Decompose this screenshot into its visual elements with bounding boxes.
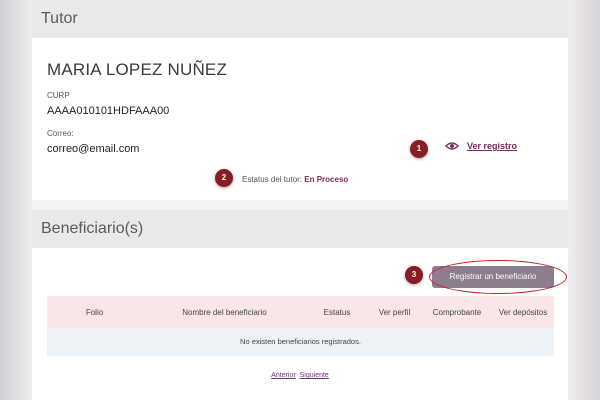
pagination-previous-link[interactable]: Anterior [271,372,296,379]
table-header: Folio Nombre del beneficiario Estatus Ve… [47,296,554,328]
email-label: Correo: [47,129,74,138]
beneficiarios-section-title: Beneficiario(s) [41,220,144,237]
pagination-next-link[interactable]: Siguiente [300,372,329,379]
pagination: Anterior Siguiente [32,372,568,379]
background-right [568,0,600,400]
annotation-badge-1: 1 [410,140,428,158]
column-ver-perfil: Ver perfil [378,307,411,317]
tutor-status-value: En Proceso [304,175,349,184]
annotation-badge-3: 3 [405,266,423,284]
beneficiarios-card: 3 Registrar un beneficiario Folio Nombre… [32,248,568,400]
column-ver-depositos: Ver depósitos [498,307,548,317]
beneficiaries-table: Folio Nombre del beneficiario Estatus Ve… [47,296,554,356]
column-estatus: Estatus [323,307,351,317]
tutor-status: Estatus del tutor: En Proceso [242,175,348,184]
tutor-card: MARIA LOPEZ NUÑEZ CURP AAAA010101HDFAAA0… [32,38,568,200]
tutor-section-title: Tutor [41,10,78,27]
annotation-badge-2: 2 [215,169,233,187]
column-comprobante: Comprobante [432,307,482,317]
beneficiarios-section-header: Beneficiario(s) [32,210,568,248]
eye-icon [445,142,459,150]
ver-registro-label: Ver registro [467,141,518,151]
highlight-ellipse [429,260,567,294]
curp-label: CURP [47,91,70,100]
ver-registro-link[interactable]: Ver registro [445,141,517,151]
curp-value: AAAA010101HDFAAA00 [47,105,170,117]
email-value: correo@email.com [47,143,140,155]
column-folio: Folio [85,307,104,317]
column-nombre: Nombre del beneficiario [182,307,267,317]
tutor-status-label: Estatus del tutor: [242,175,303,184]
background-left [0,0,32,400]
tutor-section-header: Tutor [32,0,568,38]
table-empty-message: No existen beneficiarios registrados. [47,328,554,356]
tutor-name: MARIA LOPEZ NUÑEZ [47,60,228,79]
